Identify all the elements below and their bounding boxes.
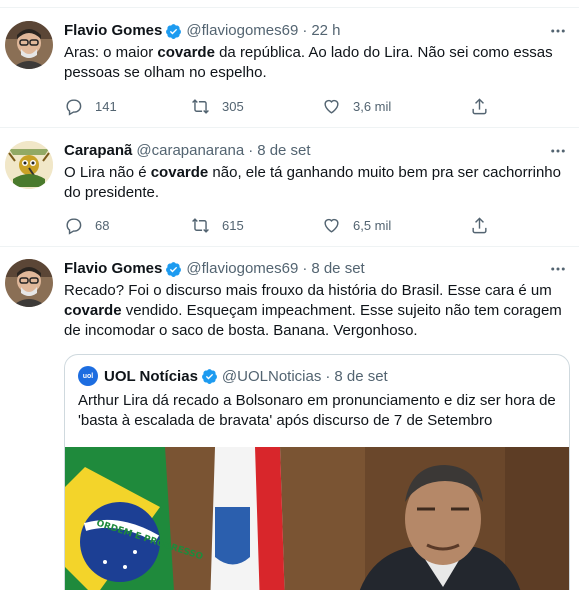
verified-badge-icon xyxy=(166,261,182,277)
more-icon[interactable] xyxy=(547,141,569,161)
like-count: 3,6 mil xyxy=(353,98,392,114)
tweet-actions: 68 615 6,5 mil xyxy=(64,215,494,235)
reply-count: 68 xyxy=(95,217,110,233)
retweet-icon xyxy=(192,98,209,114)
reply-button[interactable]: 68 xyxy=(64,215,109,235)
separator-dot: · xyxy=(302,22,308,39)
share-button[interactable] xyxy=(470,215,489,235)
tweet-header: Flavio Gomes @flaviogomes69 · 8 de set xyxy=(64,259,571,279)
more-icon[interactable] xyxy=(547,21,569,41)
reply-count: 141 xyxy=(95,98,117,114)
quoted-author-name[interactable]: UOL Notícias xyxy=(104,368,198,385)
author-name[interactable]: Carapanã xyxy=(64,141,132,161)
tweet-timestamp[interactable]: 8 de set xyxy=(257,141,310,161)
verified-badge-icon xyxy=(166,23,182,39)
share-icon xyxy=(472,216,487,233)
highlighted-term: covarde xyxy=(157,44,215,61)
tweet-timestamp[interactable]: 22 h xyxy=(311,21,340,41)
tweet-header: Flavio Gomes @flaviogomes69 · 22 h xyxy=(64,21,571,41)
tweet[interactable]: Carapanã @carapanarana · 8 de set O Lira… xyxy=(0,129,579,247)
retweet-icon xyxy=(192,217,209,233)
heart-icon xyxy=(324,218,339,233)
more-icon[interactable] xyxy=(547,259,569,279)
retweet-button[interactable]: 305 xyxy=(191,96,244,116)
quoted-tweet[interactable]: uol UOL Notícias @UOLNoticias · 8 de set… xyxy=(64,354,570,590)
timeline: Flavio Gomes @flaviogomes69 · 22 h Aras:… xyxy=(0,0,579,590)
avatar[interactable] xyxy=(5,259,53,307)
uol-logo-icon: uol xyxy=(78,366,98,386)
reply-icon xyxy=(66,98,82,116)
tweet-text: Aras: o maior covarde da república. Ao l… xyxy=(64,44,553,81)
tweet-header: Carapanã @carapanarana · 8 de set xyxy=(64,141,571,161)
like-count: 6,5 mil xyxy=(353,217,392,233)
retweet-count: 615 xyxy=(222,217,244,233)
avatar[interactable] xyxy=(5,21,53,69)
author-handle[interactable]: @flaviogomes69 xyxy=(186,21,298,41)
author-name[interactable]: Flavio Gomes xyxy=(64,259,162,279)
tweet-text: O Lira não é covarde não, ele tá ganhand… xyxy=(64,164,561,201)
reply-icon xyxy=(66,217,82,235)
separator-dot: · xyxy=(302,260,308,277)
share-icon xyxy=(472,97,487,114)
reply-button[interactable]: 141 xyxy=(64,96,117,116)
quoted-tweet-text: Arthur Lira dá recado a Bolsonaro em pro… xyxy=(78,392,556,429)
tweet-timestamp[interactable]: 8 de set xyxy=(311,259,364,279)
separator-dot: · xyxy=(325,367,331,385)
tweet-actions: 141 305 3,6 mil xyxy=(64,96,494,116)
quoted-tweet-image[interactable]: ORDEM E PROGRESSO xyxy=(65,447,569,590)
highlighted-term: covarde xyxy=(64,302,122,319)
tweet[interactable]: Flavio Gomes @flaviogomes69 · 8 de set R… xyxy=(0,248,579,590)
timeline-top-divider xyxy=(0,0,579,8)
tweet-text: Recado? Foi o discurso mais frouxo da hi… xyxy=(64,282,562,339)
author-name[interactable]: Flavio Gomes xyxy=(64,21,162,41)
heart-icon xyxy=(324,99,339,114)
quoted-timestamp[interactable]: 8 de set xyxy=(334,368,387,385)
like-button[interactable]: 3,6 mil xyxy=(322,96,391,116)
retweet-count: 305 xyxy=(222,98,244,114)
highlighted-term: covarde xyxy=(150,164,209,181)
verified-badge-icon xyxy=(201,368,217,384)
retweet-button[interactable]: 615 xyxy=(191,215,244,235)
author-handle[interactable]: @flaviogomes69 xyxy=(186,259,298,279)
share-button[interactable] xyxy=(470,96,489,116)
like-button[interactable]: 6,5 mil xyxy=(322,215,391,235)
quoted-author-handle[interactable]: @UOLNoticias xyxy=(222,368,321,385)
tweet[interactable]: Flavio Gomes @flaviogomes69 · 22 h Aras:… xyxy=(0,9,579,128)
separator-dot: · xyxy=(248,142,254,159)
author-handle[interactable]: @carapanarana xyxy=(136,141,244,161)
quoted-tweet-header: uol UOL Notícias @UOLNoticias · 8 de set xyxy=(78,366,388,386)
avatar[interactable] xyxy=(5,141,53,189)
